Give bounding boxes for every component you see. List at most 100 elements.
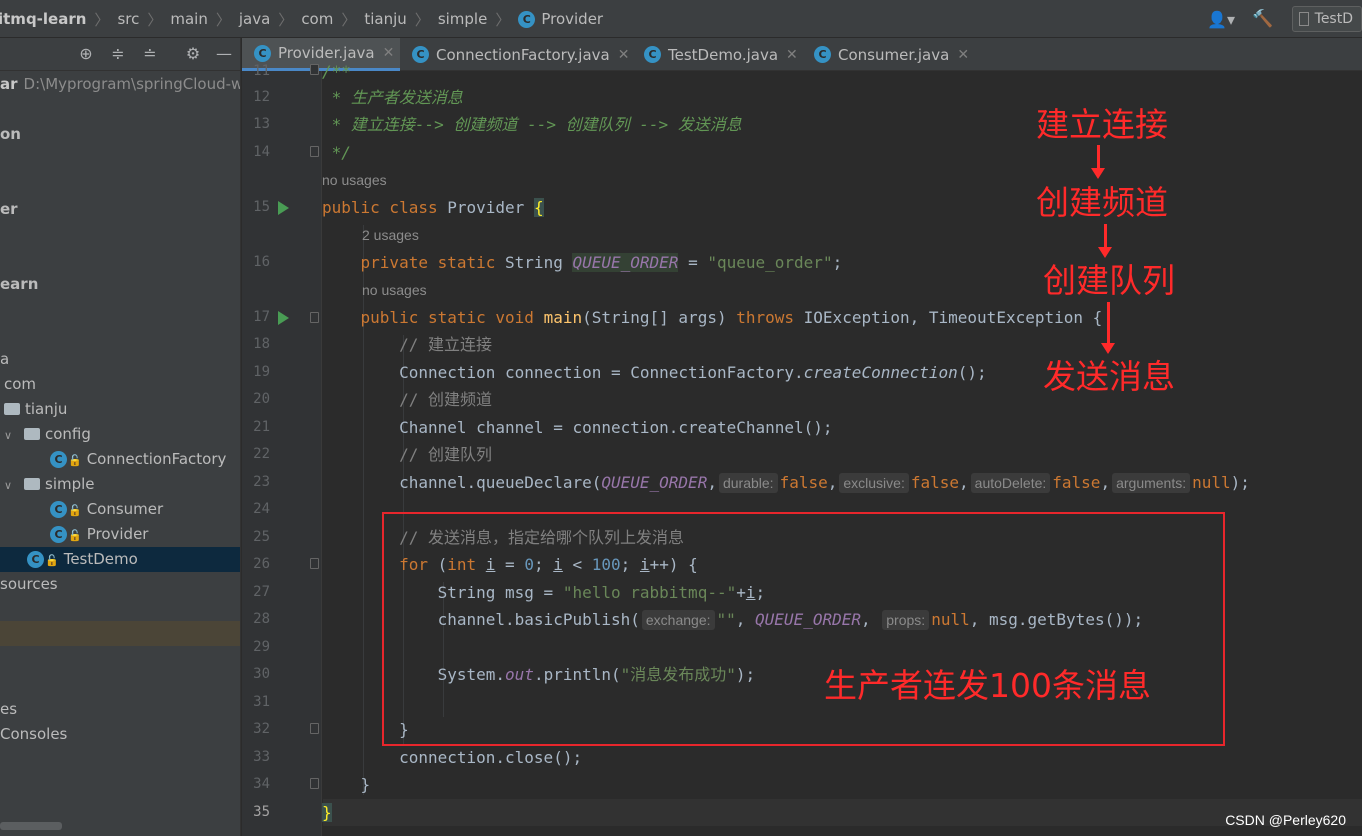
line-number: 22 [253, 446, 270, 462]
chevron-right-icon: 〉 [341, 10, 357, 29]
tree-item-com[interactable]: com [0, 372, 240, 397]
fold-icon[interactable] [310, 312, 319, 323]
string-literal: "queue_order" [707, 253, 833, 272]
annotation-step-connect: 建立连接 [1036, 105, 1168, 144]
unlocked-icon: 🔓 [45, 554, 59, 567]
run-configuration-selector[interactable]: TestD [1292, 6, 1362, 32]
tab-label: Consumer.java [838, 45, 950, 64]
close-icon[interactable]: ✕ [786, 47, 798, 63]
locate-icon[interactable]: ⊕ [76, 44, 96, 64]
build-hammer-icon[interactable]: 🔨 [1248, 9, 1278, 29]
line-number: 24 [253, 501, 270, 517]
close-icon[interactable]: ✕ [383, 45, 395, 61]
tree-item-highlighted[interactable] [0, 621, 240, 646]
fold-icon[interactable] [310, 146, 319, 157]
java-class-icon: C [27, 551, 44, 568]
user-icon[interactable]: 👤▾ [1206, 10, 1236, 29]
javadoc-text: */ [322, 143, 351, 162]
tree-item[interactable]: er [0, 197, 240, 222]
collapse-all-icon[interactable]: ≐ [140, 44, 160, 64]
tree-item-testdemo[interactable]: C 🔓 TestDemo [0, 547, 240, 572]
tree-item[interactable]: earn [0, 272, 240, 297]
annotation-step-channel: 创建频道 [1036, 183, 1168, 222]
tree-item-label: TestDemo [63, 550, 138, 568]
tree-item-libraries[interactable]: es [0, 697, 240, 722]
usages-hint[interactable]: no usages [362, 277, 427, 304]
javadoc-text: * 生产者发送消息 [322, 88, 463, 107]
code-line-12: * 生产者发送消息 [322, 84, 463, 111]
line-number: 33 [253, 749, 270, 765]
current-line-highlight [323, 799, 1362, 826]
tree-item-connectionfactory[interactable]: C 🔓 ConnectionFactory [0, 447, 240, 472]
code-line-22: // 创建队列 [322, 441, 492, 468]
usages-label: no usages [362, 282, 427, 298]
line-number: 13 [253, 116, 270, 132]
close-icon[interactable]: ✕ [618, 47, 630, 63]
tab-consumer-java[interactable]: C Consumer.java ✕ [802, 38, 982, 71]
folder-icon [24, 427, 40, 440]
chevron-down-icon[interactable]: ∨ [4, 473, 18, 498]
navigation-bar: itmq-learn 〉 src 〉 main 〉 java 〉 com 〉 t… [0, 0, 1362, 38]
chevron-right-icon: 〉 [278, 10, 294, 29]
code-line-34: } [322, 775, 371, 794]
tree-item-consumer[interactable]: C 🔓 Consumer [0, 497, 240, 522]
minimize-icon[interactable]: — [214, 44, 234, 64]
breadcrumb-main[interactable]: main [170, 10, 207, 28]
breadcrumb-java[interactable]: java [239, 10, 270, 28]
tree-item-project-root[interactable]: ar D:\Myprogram\springCloud-w [0, 72, 240, 97]
fold-icon[interactable] [310, 723, 319, 734]
java-class-icon: C [50, 526, 67, 543]
run-class-icon[interactable] [278, 201, 289, 215]
tree-item-config[interactable]: ∨ config [0, 422, 240, 448]
gear-icon[interactable]: ⚙ [183, 44, 203, 64]
fold-icon[interactable] [310, 778, 319, 789]
fold-icon[interactable] [310, 64, 319, 75]
breadcrumb-project[interactable]: itmq-learn [0, 10, 86, 28]
run-main-icon[interactable] [278, 311, 289, 325]
breadcrumb-tianju[interactable]: tianju [364, 10, 406, 28]
fold-icon[interactable] [310, 558, 319, 569]
tree-item-resources[interactable]: sources [0, 572, 240, 597]
tree-item-tianju[interactable]: tianju [0, 397, 240, 422]
expand-all-icon[interactable]: ≑ [108, 44, 128, 64]
line-number: 26 [253, 556, 270, 572]
close-icon[interactable]: ✕ [957, 47, 969, 63]
breadcrumb-src[interactable]: src [117, 10, 139, 28]
code-line-16: private static String QUEUE_ORDER = "que… [360, 253, 843, 272]
java-class-icon: C [518, 10, 536, 28]
tab-testdemo-java[interactable]: C TestDemo.java ✕ [632, 38, 802, 71]
java-class-icon: C [644, 46, 661, 63]
breadcrumb-provider[interactable]: Provider [541, 10, 603, 28]
tree-item-provider[interactable]: C 🔓 Provider [0, 522, 240, 547]
line-number: 18 [253, 336, 270, 352]
java-class-icon: C [50, 501, 67, 518]
line-number: 16 [253, 254, 270, 270]
tree-item-scratches-consoles[interactable]: Consoles [0, 722, 240, 747]
code-line-18: // 建立连接 [322, 331, 492, 358]
tree-item-simple[interactable]: ∨ simple [0, 472, 240, 498]
chevron-down-icon[interactable]: ∨ [4, 423, 18, 448]
down-arrow-icon [1091, 145, 1105, 179]
breadcrumb-com[interactable]: com [301, 10, 333, 28]
line-number: 19 [253, 364, 270, 380]
tab-connectionfactory-java[interactable]: C ConnectionFactory.java ✕ [400, 38, 630, 71]
tab-label: ConnectionFactory.java [436, 45, 610, 64]
breadcrumb-simple[interactable]: simple [438, 10, 488, 28]
usages-hint[interactable]: 2 usages [362, 222, 419, 249]
param-hint: exclusive: [839, 473, 909, 493]
tree-item-label: com [4, 375, 37, 393]
code-comment: // 建立连接 [399, 335, 492, 354]
line-number: 23 [253, 474, 270, 490]
horizontal-scrollbar[interactable] [0, 822, 62, 830]
tree-item[interactable]: on [0, 122, 240, 147]
breadcrumb: itmq-learn 〉 src 〉 main 〉 java 〉 com 〉 t… [0, 0, 603, 38]
line-number: 25 [253, 529, 270, 545]
toolbar-right: 👤▾ 🔨 TestD [1206, 0, 1362, 38]
run-config-label: TestD [1314, 11, 1353, 27]
line-number: 28 [253, 611, 270, 627]
code-line-15: public class Provider { [322, 198, 544, 217]
line-number: 14 [253, 144, 270, 160]
usages-hint[interactable]: no usages [322, 167, 387, 194]
tree-item[interactable]: a [0, 347, 240, 372]
java-class-icon: C [814, 46, 831, 63]
